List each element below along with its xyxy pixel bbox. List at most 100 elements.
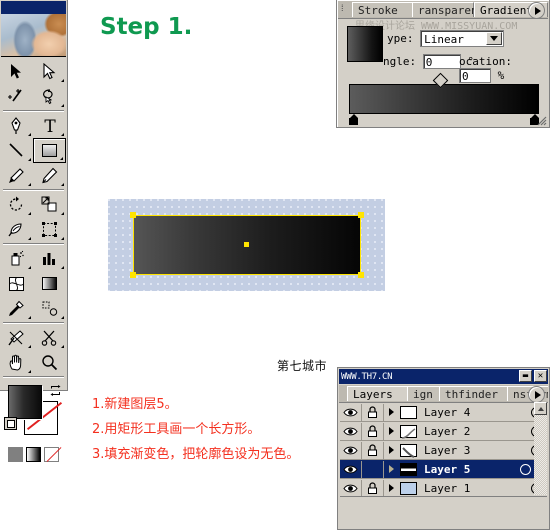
disclosure-triangle-icon[interactable]	[384, 427, 398, 435]
selection-handle-bottom-left[interactable]	[130, 272, 136, 278]
default-fill-stroke-icon[interactable]	[4, 417, 17, 430]
visibility-toggle[interactable]	[340, 460, 362, 478]
selection-center-point[interactable]	[244, 242, 249, 247]
visibility-toggle[interactable]	[340, 479, 362, 496]
table-row[interactable]: Layer 3	[340, 441, 547, 460]
selection-tool[interactable]	[0, 59, 33, 84]
gradient-type-select[interactable]: Linear	[420, 30, 505, 47]
disclosure-triangle-icon[interactable]	[384, 446, 398, 454]
gradient-stop-start[interactable]	[349, 114, 358, 125]
direct-selection-tool[interactable]	[33, 59, 66, 84]
gradient-type-row: ype: Linear	[387, 30, 505, 47]
tool-row	[0, 163, 67, 188]
panel-grip-icon[interactable]: ⁞	[341, 4, 344, 13]
pen-tool[interactable]	[0, 113, 33, 138]
free-transform-tool[interactable]	[33, 217, 66, 242]
tab-transparency[interactable]: ransparen	[412, 2, 478, 17]
color-controls	[0, 381, 67, 443]
selection-handle-bottom-right[interactable]	[358, 272, 364, 278]
lasso-tool[interactable]	[33, 84, 66, 109]
close-icon[interactable]: ✕	[534, 370, 547, 382]
gradient-tool[interactable]	[33, 271, 66, 296]
none-color-mode-button[interactable]	[44, 447, 59, 462]
paintbrush-tool[interactable]	[0, 163, 33, 188]
gradient-stop-color-swatch[interactable]	[349, 118, 358, 125]
tool-grid: T	[0, 57, 67, 378]
rotate-tool[interactable]	[0, 192, 33, 217]
pencil-tool[interactable]	[33, 163, 66, 188]
lock-toggle[interactable]	[362, 422, 384, 440]
magic-wand-tool[interactable]	[0, 84, 33, 109]
rectangle-tool[interactable]	[33, 138, 66, 163]
eyedropper-tool[interactable]	[0, 296, 33, 321]
panel-resize-grip-icon[interactable]	[535, 113, 547, 126]
panel-menu-icon[interactable]	[528, 386, 545, 402]
gradient-mode-button[interactable]	[26, 447, 41, 462]
selection-handle-top-left[interactable]	[130, 212, 136, 218]
swap-fill-stroke-icon[interactable]	[50, 383, 61, 396]
gradient-ramp[interactable]	[349, 84, 539, 114]
target-indicator-icon[interactable]	[520, 463, 531, 475]
percent-unit-label: %	[497, 68, 505, 82]
tab-pathfinder[interactable]: thfinder	[439, 386, 509, 401]
disclosure-triangle-icon[interactable]	[384, 408, 398, 416]
flat-color-mode-button[interactable]	[8, 447, 23, 462]
table-row[interactable]: Layer 1	[340, 479, 547, 496]
svg-text:T: T	[44, 117, 56, 134]
tab-layers[interactable]: Layers	[347, 386, 409, 401]
toolbox-titlebar[interactable]	[1, 1, 66, 14]
blend-tool[interactable]	[33, 296, 66, 321]
visibility-toggle[interactable]	[340, 422, 362, 440]
lock-toggle[interactable]	[362, 479, 384, 496]
artboard[interactable]	[108, 199, 385, 291]
symbol-sprayer-tool[interactable]	[0, 246, 33, 271]
warp-tool[interactable]	[0, 217, 33, 242]
scrollbar-track[interactable]	[534, 415, 547, 495]
tool-flyout-corner-icon	[61, 79, 64, 82]
tool-flyout-corner-icon	[28, 183, 31, 186]
visibility-toggle[interactable]	[340, 441, 362, 459]
scale-tool[interactable]	[33, 192, 66, 217]
layers-scrollbar[interactable]	[534, 402, 547, 495]
toolbox-palette: T	[0, 0, 68, 462]
gradient-slider[interactable]	[349, 72, 539, 125]
layers-panel-watermark: WWW.TH7.CN	[341, 371, 393, 382]
chevron-down-icon[interactable]	[486, 32, 503, 45]
gradient-angle-label: ngle:	[383, 55, 417, 68]
gradient-preview-thumbnail[interactable]	[347, 26, 383, 62]
lock-toggle[interactable]	[362, 441, 384, 459]
hand-tool[interactable]	[0, 350, 33, 375]
minimize-icon[interactable]: ▬	[519, 370, 532, 382]
scissors-tool[interactable]	[33, 325, 66, 350]
selection-handle-top-right[interactable]	[358, 212, 364, 218]
line-segment-tool[interactable]	[0, 138, 33, 163]
type-tool[interactable]: T	[33, 113, 66, 138]
lock-toggle[interactable]	[362, 403, 384, 421]
disclosure-triangle-icon[interactable]	[384, 465, 398, 473]
scroll-up-icon[interactable]	[534, 402, 547, 415]
disclosure-triangle-icon[interactable]	[384, 484, 398, 492]
tool-flyout-corner-icon	[28, 133, 31, 136]
tab-stroke[interactable]: Stroke	[352, 2, 416, 17]
gradient-panel: Stroke ransparen Gradient ⁞ 思缘设计论坛 WWW.M…	[336, 0, 550, 128]
table-row[interactable]: Layer 5	[340, 460, 547, 479]
layers-panel-titlebar[interactable]: WWW.TH7.CN ▬ ✕	[339, 369, 548, 384]
slice-tool[interactable]	[0, 325, 33, 350]
zoom-tool[interactable]	[33, 350, 66, 375]
gradient-location-label: ocation:	[459, 54, 512, 68]
mesh-tool[interactable]	[0, 271, 33, 296]
layer-name: Layer 4	[424, 405, 471, 419]
table-row[interactable]: Layer 2	[340, 422, 547, 441]
layers-panel-tabstrip: Layers ign thfinder nsform	[339, 385, 548, 403]
gradient-type-value: Linear	[424, 33, 464, 46]
visibility-toggle[interactable]	[340, 403, 362, 421]
gradient-angle-input[interactable]: 0	[422, 54, 461, 69]
table-row[interactable]: Layer 4	[340, 403, 547, 422]
tab-align[interactable]: ign	[407, 386, 441, 401]
lock-toggle[interactable]	[362, 460, 384, 478]
column-graph-tool[interactable]	[33, 246, 66, 271]
fill-swatch[interactable]	[8, 385, 42, 419]
gradient-location-input[interactable]: 0	[459, 67, 491, 83]
canvas-watermark: 第七城市	[277, 359, 328, 373]
tool-flyout-corner-icon	[28, 237, 31, 240]
